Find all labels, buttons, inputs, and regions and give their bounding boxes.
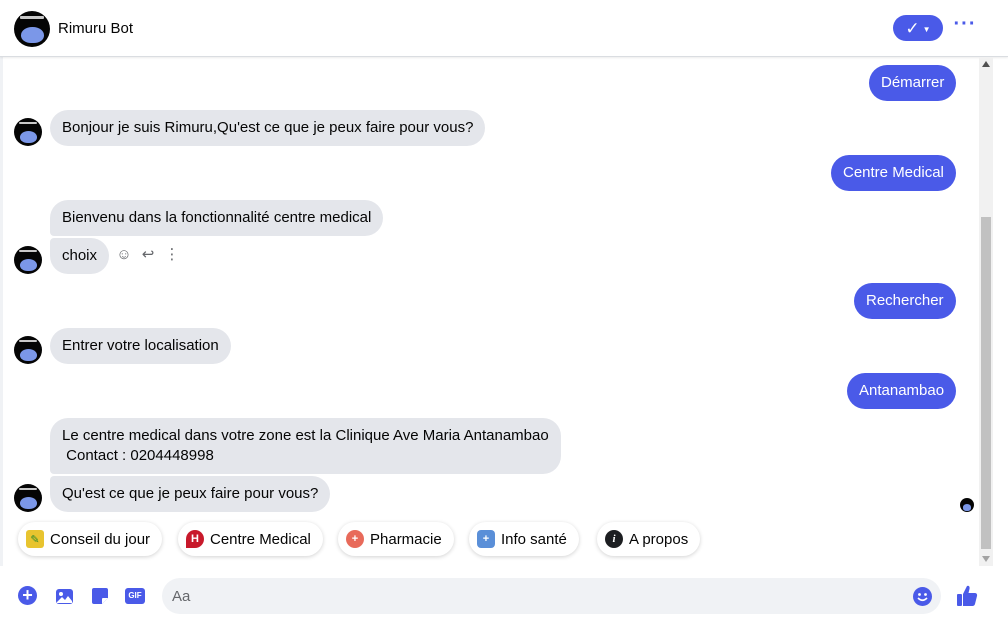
message-incoming[interactable]: choix <box>50 238 110 274</box>
scroll-up-arrow[interactable] <box>982 61 990 67</box>
quick-reply-conseil[interactable]: ✎ Conseil du jour <box>18 522 163 556</box>
emoji-icon[interactable] <box>913 587 932 606</box>
message-outgoing: Rechercher <box>854 283 956 319</box>
scroll-down-arrow[interactable] <box>982 556 990 562</box>
scrollbar[interactable] <box>979 57 993 566</box>
message-incoming: Le centre medical dans votre zone est la… <box>50 418 561 474</box>
more-dots-icon[interactable]: ··· <box>952 14 978 39</box>
quick-reply-centre-medical[interactable]: H Centre Medical <box>178 522 323 556</box>
quick-reply-pharmacie[interactable]: + Pharmacie <box>338 522 454 556</box>
plus-icon[interactable]: + <box>18 586 37 605</box>
chat-header: Rimuru Bot ✓ ▼ ··· <box>0 0 1008 57</box>
message-outgoing: Antanambao <box>847 373 957 409</box>
quick-reply-label: Centre Medical <box>210 530 311 548</box>
message-input-wrapper <box>162 578 941 614</box>
info-icon: i <box>605 530 623 548</box>
health-info-icon: + <box>477 530 495 548</box>
bot-avatar <box>14 484 42 512</box>
bot-avatar[interactable] <box>14 11 50 47</box>
scrollbar-thumb[interactable] <box>981 217 991 549</box>
message-incoming: Bienvenu dans la fonctionnalité centre m… <box>50 200 384 236</box>
status-dropdown-button[interactable]: ✓ ▼ <box>893 15 943 41</box>
bot-avatar <box>14 246 42 274</box>
gif-icon[interactable]: GIF <box>125 586 145 606</box>
quick-reply-a-propos[interactable]: i A propos <box>597 522 701 556</box>
thumbs-up-icon[interactable] <box>956 584 978 608</box>
message-incoming: Entrer votre localisation <box>50 328 231 364</box>
sticker-icon[interactable] <box>90 586 110 606</box>
react-icon[interactable]: ☺ <box>116 246 132 264</box>
message-outgoing: Démarrer <box>869 65 957 101</box>
bot-avatar <box>14 336 42 364</box>
reply-icon[interactable]: ↩ <box>140 246 156 264</box>
message-actions: ☺ ↩ ⋮ <box>116 246 180 264</box>
more-vertical-icon[interactable]: ⋮ <box>164 246 180 264</box>
message-input[interactable] <box>172 578 892 614</box>
left-edge <box>0 0 3 626</box>
quick-reply-label: Conseil du jour <box>50 530 151 548</box>
message-incoming: Qu'est ce que je peux faire pour vous? <box>50 476 331 512</box>
photo-icon[interactable] <box>54 586 74 606</box>
quick-reply-info-sante[interactable]: + Info santé <box>469 522 579 556</box>
composer: + GIF <box>0 566 1008 626</box>
message-incoming: Bonjour je suis Rimuru,Qu'est ce que je … <box>50 110 486 146</box>
quick-reply-label: Info santé <box>501 530 567 548</box>
bot-avatar <box>14 118 42 146</box>
seen-indicator-avatar <box>960 498 974 512</box>
hospital-pin-icon: H <box>186 530 204 548</box>
pharmacy-icon: + <box>346 530 364 548</box>
chevron-down-icon: ▼ <box>922 25 931 34</box>
check-icon: ✓ <box>905 18 920 38</box>
bulb-icon: ✎ <box>26 530 44 548</box>
quick-reply-label: Pharmacie <box>370 530 442 548</box>
quick-reply-label: A propos <box>629 530 689 548</box>
message-outgoing: Centre Medical <box>831 155 956 191</box>
chat-title: Rimuru Bot <box>58 20 134 37</box>
